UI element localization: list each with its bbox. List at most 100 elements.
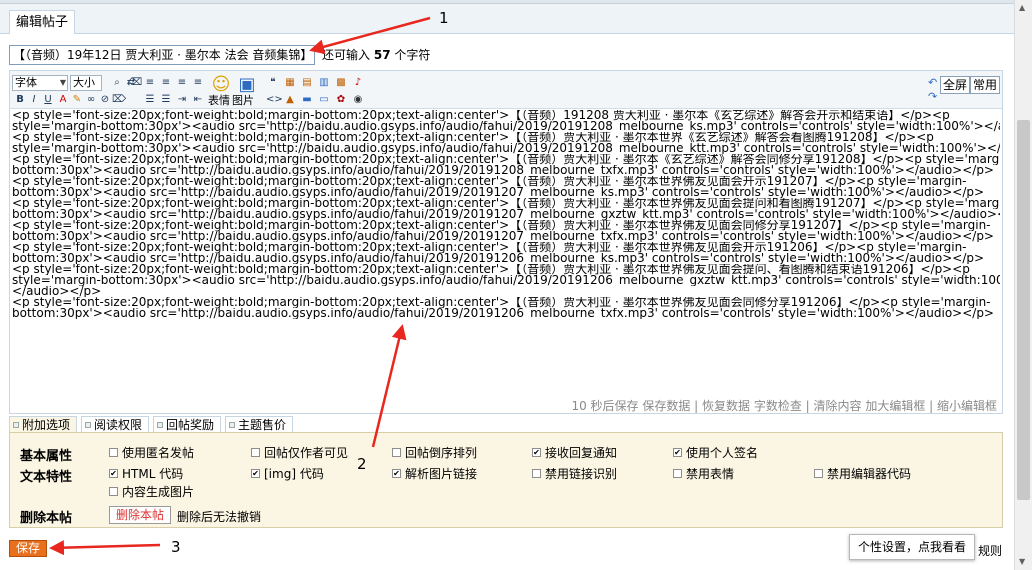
checkbox-parse-image-links[interactable]: ✔ 解析图片链接 [392, 467, 477, 481]
fullscreen-button[interactable]: 全屏 [940, 76, 971, 94]
tab-marker-icon [13, 422, 19, 428]
checkbox-box[interactable]: ✔ [673, 448, 682, 457]
hint-count: 57 [373, 48, 391, 62]
align-right-icon[interactable]: ≡ [175, 76, 189, 89]
scroll-thumb[interactable] [1017, 120, 1030, 500]
font-size-select[interactable]: 大小 [70, 75, 102, 91]
editor-status-links[interactable]: 10 秒后保存 保存数据 | 恢复数据 字数检查 | 清除内容 加大编辑框 | … [571, 397, 997, 414]
checkbox-content-to-image[interactable]: 内容生成图片 [109, 485, 194, 499]
checkbox-box[interactable] [251, 448, 260, 457]
editor-line: <p style='font-size:20px;font-weight:bol… [12, 242, 967, 253]
editor-line: <p style='font-size:20px;font-weight:bol… [12, 132, 934, 143]
scroll-up-icon[interactable]: ▲ [1019, 3, 1025, 12]
checkbox-anonymous[interactable]: 使用匿名发帖 [109, 446, 194, 460]
editor-line: bottom:30px'><audio src='http://baidu.au… [12, 308, 994, 319]
indent-icon[interactable]: ⇥ [175, 93, 189, 106]
editor-line: bottom:30px'><audio src='http://baidu.au… [12, 231, 994, 242]
image-label: 图片 [232, 94, 254, 107]
editor-line: <p style='font-size:20px;font-weight:bol… [12, 110, 950, 121]
checkbox-label: 回帖仅作者可见 [264, 446, 349, 460]
underline-icon[interactable]: U [41, 93, 55, 106]
checkbox-box[interactable]: ✔ [532, 448, 541, 457]
hint-prefix: 还可输入 [322, 48, 371, 62]
align-left-icon[interactable]: ≡ [143, 76, 157, 89]
tab-bar: 编辑帖子 [0, 4, 1014, 35]
checkbox-label: 回帖倒序排列 [405, 446, 478, 460]
checkbox-label: 使用个人签名 [686, 446, 759, 460]
redo-icon[interactable]: ↷ [928, 91, 940, 103]
chevron-down-icon: ▼ [59, 78, 66, 87]
free-icon[interactable]: ✿ [334, 93, 348, 106]
text-features-label: 文本特性 [20, 470, 73, 485]
checkbox-box[interactable]: ✔ [251, 469, 260, 478]
checkbox-box[interactable] [532, 469, 541, 478]
code-icon[interactable]: ▦ [283, 76, 297, 89]
font-color-icon[interactable]: A [56, 93, 70, 106]
checkbox-reverse-order[interactable]: 回帖倒序排列 [392, 446, 477, 460]
checkbox-author-only[interactable]: 回帖仅作者可见 [251, 446, 348, 460]
page-scrollbar[interactable]: ▲ ▼ [1014, 0, 1032, 570]
hint-suffix: 个字符 [394, 48, 431, 62]
checkbox-label: HTML 代码 [122, 467, 184, 481]
checkbox-box[interactable] [392, 448, 401, 457]
checkbox-html-code[interactable]: ✔ HTML 代码 [109, 467, 183, 481]
quote-icon[interactable]: ❝ [266, 76, 280, 89]
scroll-down-icon[interactable]: ▼ [1019, 557, 1025, 566]
tab-edit-post[interactable]: 编辑帖子 [9, 10, 75, 35]
save-button[interactable]: 保存 [9, 540, 47, 557]
undo-icon[interactable]: ↶ [928, 77, 940, 89]
editor-line: bottom:30px'><audio src='http://baidu.au… [12, 187, 985, 198]
outdent-icon[interactable]: ⇤ [191, 93, 205, 106]
tab-label: 主题售价 [238, 418, 287, 432]
align-center-icon[interactable]: ≡ [159, 76, 173, 89]
checkbox-box[interactable] [673, 469, 682, 478]
italic-icon[interactable]: I [27, 93, 41, 106]
source-icon[interactable]: <> [266, 93, 283, 106]
subject-input[interactable]: 【（音频）19年12日 贾大利亚 · 墨尔本 法会 音频集锦】 [9, 45, 315, 65]
hide-icon[interactable]: ▤ [300, 76, 314, 89]
checkbox-disable-link-detect[interactable]: 禁用链接识别 [532, 467, 617, 481]
checkbox-box[interactable] [814, 469, 823, 478]
subject-char-hint: 还可输入 57 个字符 [322, 47, 430, 63]
color-icon[interactable]: ⌕ [110, 76, 124, 89]
flash-icon[interactable]: ▩ [334, 76, 348, 89]
checkbox-signature[interactable]: ✔ 使用个人签名 [673, 446, 758, 460]
video-icon[interactable]: ▭ [317, 93, 331, 106]
hr-icon[interactable]: ▬ [300, 93, 314, 106]
media-icon[interactable]: ♪ [351, 76, 365, 89]
editor-toolbar: 字体 ▼ 大小 ⌕ ⇄ B I U A ✎ ∞ ⊘ ⌦ ⌫ ≡ ≡ ≡ ≡ ☰ ☰… [10, 71, 1002, 109]
checkbox-box[interactable] [109, 487, 118, 496]
editor-line: bottom:30px'><audio src='http://baidu.au… [12, 165, 994, 176]
checkbox-disable-editor-code[interactable]: 禁用编辑器代码 [814, 467, 911, 481]
format-brush-icon[interactable]: ⌦ [112, 93, 126, 106]
checkbox-box[interactable]: ✔ [392, 469, 401, 478]
options-panel: 基本属性 文本特性 删除本帖 使用匿名发帖 回帖仅作者可见 回帖倒序排列 ✔ 接收… [9, 432, 1003, 528]
font-family-select[interactable]: 字体 ▼ [12, 75, 68, 91]
checkbox-img-code[interactable]: ✔ [img] 代码 [251, 467, 324, 481]
align-justify-icon[interactable]: ≡ [191, 76, 205, 89]
attach-icon[interactable]: ▲ [283, 93, 297, 106]
ordered-list-icon[interactable]: ☰ [143, 93, 157, 106]
checkbox-disable-emoji[interactable]: 禁用表情 [673, 467, 734, 481]
unlink-icon[interactable]: ⊘ [98, 93, 112, 106]
checkbox-label: [img] 代码 [264, 467, 324, 481]
checkbox-label: 解析图片链接 [405, 467, 478, 481]
clear-format-icon[interactable]: ⌫ [128, 76, 142, 89]
highlight-icon[interactable]: ✎ [70, 93, 84, 106]
editor-content[interactable]: <p style='font-size:20px;font-weight:bol… [12, 110, 1000, 394]
delete-note: 删除后无法撤销 [177, 510, 262, 524]
checkbox-box[interactable]: ✔ [109, 469, 118, 478]
bold-icon[interactable]: B [13, 93, 27, 106]
common-button[interactable]: 常用 [970, 76, 1001, 94]
checkbox-label: 禁用链接识别 [545, 467, 618, 481]
tab-marker-icon [85, 422, 91, 428]
unordered-list-icon[interactable]: ☰ [159, 93, 173, 106]
delete-post-button[interactable]: 删除本帖 [109, 506, 172, 524]
insert-link-icon[interactable]: ∞ [84, 93, 98, 106]
audio-icon[interactable]: ◉ [351, 93, 365, 106]
personal-settings-tooltip[interactable]: 个性设置，点我看看 [849, 534, 975, 560]
checkbox-box[interactable] [109, 448, 118, 457]
rules-link[interactable]: 规则 [978, 542, 1002, 559]
checkbox-reply-notify[interactable]: ✔ 接收回复通知 [532, 446, 617, 460]
table-icon[interactable]: ▥ [317, 76, 331, 89]
